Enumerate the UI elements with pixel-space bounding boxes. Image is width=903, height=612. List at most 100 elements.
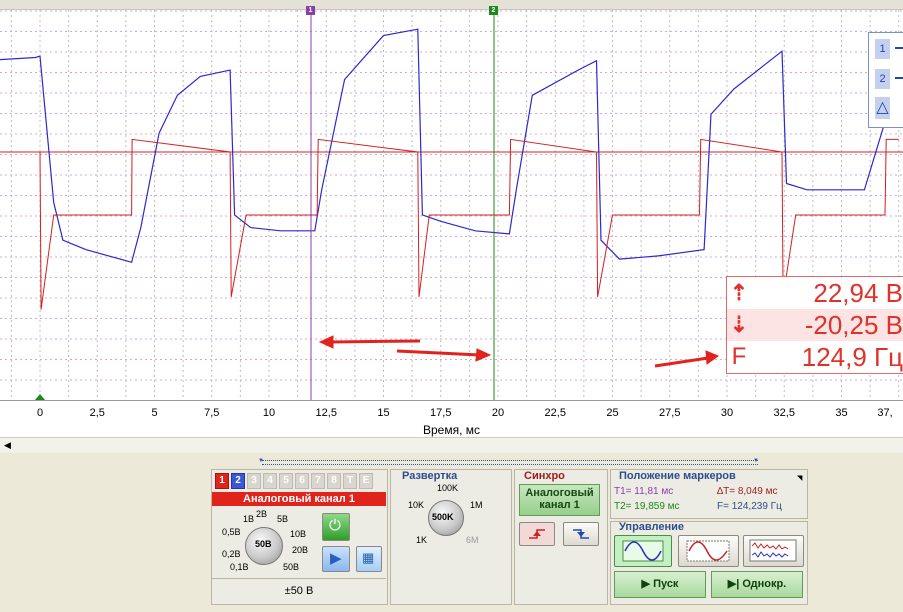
control-title: Управление <box>619 521 685 533</box>
mode-continuous-button[interactable] <box>614 535 672 567</box>
start-button[interactable]: ▶ Пуск <box>614 571 706 598</box>
channel-tab-5[interactable]: 5 <box>279 473 293 489</box>
min-voltage-value: -20,25 В <box>804 310 903 340</box>
mode-single-button[interactable] <box>678 535 739 567</box>
channel-tab-6[interactable]: 6 <box>295 473 309 489</box>
x-tick-label: 12,5 <box>315 407 337 419</box>
marker-1-handle[interactable]: 1 <box>306 6 315 15</box>
trigger-rising-edge-button[interactable] <box>519 522 555 546</box>
volts-label-02v: 0,2В <box>222 549 241 559</box>
channel-play-button[interactable]: ▶ <box>322 546 350 572</box>
markers-expand-icon[interactable]: ◥ <box>797 474 802 482</box>
volts-label-10v: 10В <box>290 529 307 539</box>
max-voltage-row: ⇡ 22,94 В <box>727 277 903 309</box>
timebase-label-6m: 6M <box>466 535 479 545</box>
max-voltage-value: 22,94 В <box>813 278 903 308</box>
channel-legend[interactable]: 1 2 △ <box>868 32 903 128</box>
scroll-left-icon[interactable]: ◀ <box>4 440 11 451</box>
channel-power-button[interactable]: ⏻ <box>322 513 350 541</box>
x-tick-label: 32,5 <box>773 407 795 419</box>
volts-label-50v: 50В <box>283 562 300 572</box>
sync-source-button[interactable]: Аналоговый канал 1 <box>519 484 600 516</box>
splitter-grip[interactable] <box>262 460 758 465</box>
timebase-label-1m: 1M <box>470 500 483 510</box>
x-tick-label: 2,5 <box>89 407 105 419</box>
sine-wave-icon-2 <box>686 540 730 562</box>
channel-tab-8[interactable]: 8 <box>327 473 341 489</box>
volts-label-01v: 0,1В <box>230 562 249 572</box>
signal-traces <box>0 28 900 310</box>
calculator-icon: ▦ <box>362 550 375 565</box>
x-tick-label: 10 <box>262 407 276 419</box>
x-axis-title: Время, мс <box>422 423 481 437</box>
splitter-right-icon: ▼ <box>753 458 759 464</box>
legend-item-channel-2[interactable]: 2 <box>871 65 903 93</box>
falling-edge-icon <box>573 529 589 539</box>
channel-calculator-button[interactable]: ▦ <box>356 546 382 572</box>
channel-1-trace <box>0 28 900 264</box>
x-tick-label: 15 <box>377 407 390 419</box>
channel-tab-3[interactable]: 3 <box>247 473 261 489</box>
single-shot-button[interactable]: ▶| Однокр. <box>711 571 803 598</box>
x-tick-label: 20 <box>491 407 505 419</box>
rising-edge-icon <box>529 529 545 539</box>
volts-label-05v: 0,5В <box>222 527 241 537</box>
frequency-symbol: F <box>731 343 747 370</box>
volts-knob-value: 50В <box>255 539 272 549</box>
marker-f-value: F= 124,239 Гц <box>717 501 782 512</box>
x-tick-label: 5 <box>151 407 158 419</box>
x-tick-label: 27,5 <box>659 407 681 419</box>
x-tick-label: 17,5 <box>430 407 452 419</box>
volts-label-20v: 20В <box>292 545 309 555</box>
marker-2-handle[interactable]: 2 <box>489 6 498 15</box>
channel-1-badge: 1 <box>875 39 890 59</box>
start-label: Пуск <box>653 578 679 590</box>
x-tick-label: 35 <box>835 407 848 419</box>
top-ruler-strip <box>0 0 903 10</box>
x-tick-label: 7,5 <box>204 407 220 419</box>
channel-2-line-sample <box>895 77 903 79</box>
recorder-waves-icon <box>749 539 797 562</box>
range-bar[interactable]: ±50 В <box>212 578 386 604</box>
volts-label-1v: 1В <box>243 514 255 524</box>
timebase-label-100k: 100K <box>437 483 459 493</box>
markers-title: Положение маркеров <box>619 470 736 482</box>
mode-recorder-button[interactable] <box>743 535 804 567</box>
horizontal-scrollbar[interactable]: ◀ <box>0 437 903 454</box>
oscilloscope-display[interactable]: 1 2 1 2 △ ⇡ 22,94 В ⇣ -20,25 В F 124,9 Г… <box>0 0 903 400</box>
channel-2-badge: 2 <box>875 69 890 89</box>
power-icon: ⏻ <box>329 517 341 534</box>
channel-tab-4[interactable]: 4 <box>263 473 277 489</box>
frequency-row: F 124,9 Гц <box>727 341 903 373</box>
trigger-falling-edge-button[interactable] <box>563 522 599 546</box>
measurement-box: ⇡ 22,94 В ⇣ -20,25 В F 124,9 Гц <box>726 276 903 374</box>
channel-tab-1[interactable]: 1 <box>215 473 229 489</box>
channel-tab-t[interactable]: T <box>343 473 357 489</box>
sync-source-line2: канал 1 <box>539 499 580 511</box>
x-tick-label: 30 <box>720 407 734 419</box>
delta-icon[interactable]: △ <box>875 97 890 119</box>
marker-dt-value: ∆T= 8,049 мс <box>717 486 778 497</box>
sync-title: Синхро <box>524 470 565 482</box>
arrow-up-icon: ⇡ <box>729 280 749 305</box>
arrow-down-icon: ⇣ <box>729 312 749 337</box>
sine-wave-icon <box>622 540 664 562</box>
sync-source-line1: Аналоговый <box>525 487 594 499</box>
range-value: ±50 В <box>284 585 314 597</box>
legend-item-channel-1[interactable]: 1 <box>871 35 903 63</box>
red-arrow-to-freq <box>654 350 720 368</box>
channel-tab-2[interactable]: 2 <box>231 473 245 489</box>
single-label: Однокр. <box>742 578 787 590</box>
channel-tab-e[interactable]: E <box>359 473 373 489</box>
timebase-label-1k: 1K <box>416 535 428 545</box>
timebase-knob-value: 500K <box>432 512 454 522</box>
channel-1-line-sample <box>895 47 903 49</box>
x-tick-label: 25 <box>606 407 619 419</box>
channel-tab-7[interactable]: 7 <box>311 473 325 489</box>
sweep-title: Развертка <box>402 470 458 482</box>
frequency-value: 124,9 Гц <box>801 342 903 372</box>
x-tick-label: 22,5 <box>544 407 566 419</box>
timebase-label-10k: 10K <box>408 500 425 510</box>
x-tick-label: 37, <box>877 407 893 419</box>
panel-splitter[interactable]: ▼ ▼ <box>0 453 903 467</box>
